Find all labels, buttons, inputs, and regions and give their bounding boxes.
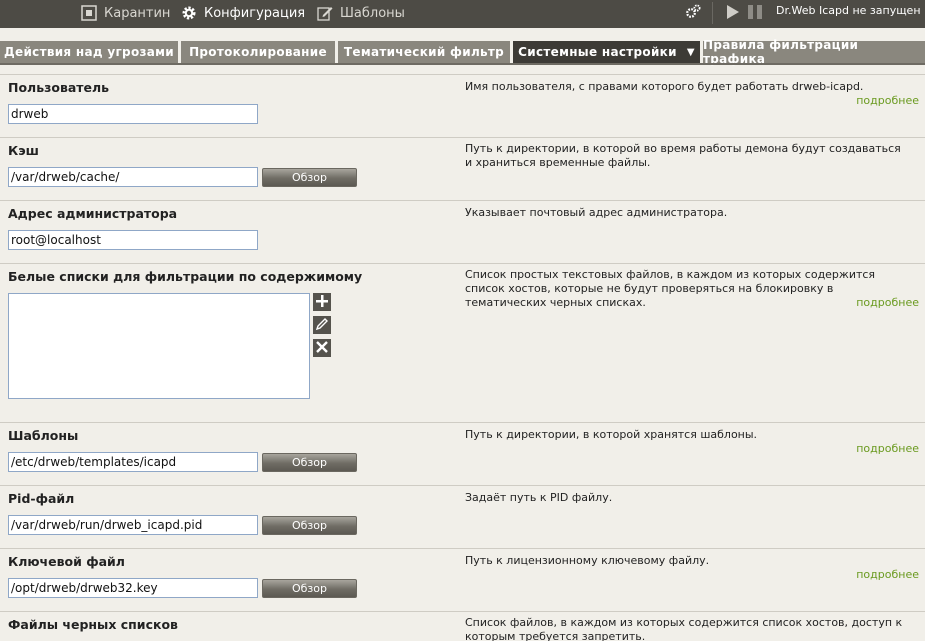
setting-templates: Шаблоны Путь к директории, в которой хра… <box>0 422 925 485</box>
key-browse-button[interactable]: Обзор <box>262 579 357 598</box>
gears-icon <box>684 3 702 24</box>
dropdown-arrow-icon: ▼ <box>686 46 695 58</box>
edit-button[interactable] <box>313 316 331 334</box>
setting-pid-desc: Задаёт путь к PID файлу. <box>465 491 613 504</box>
nav-configuration[interactable]: Конфигурация <box>180 0 305 26</box>
setting-templates-title: Шаблоны <box>8 428 79 443</box>
play-icon <box>726 4 740 23</box>
setting-blacklists-title: Файлы черных списков <box>8 617 178 632</box>
more-link-whitelists[interactable]: подробнее <box>856 296 919 309</box>
tab-system-settings-label: Системные настройки <box>518 45 677 59</box>
quarantine-icon <box>80 4 98 22</box>
close-icon <box>315 340 329 357</box>
pencil-icon <box>315 317 329 334</box>
nav-templates-label: Шаблоны <box>340 5 405 21</box>
setting-blacklists-desc: Список файлов, в каждом из которых содер… <box>465 616 903 641</box>
setting-cache-desc: Путь к директории, в которой во время ра… <box>465 142 901 169</box>
setting-pid-title: Pid-файл <box>8 491 75 506</box>
tab-logging[interactable]: Протоколирование <box>181 41 335 63</box>
setting-user-title: Пользователь <box>8 80 110 95</box>
templates-browse-button[interactable]: Обзор <box>262 453 357 472</box>
tab-thematic-filter-label: Тематический фильтр <box>343 45 505 59</box>
daemon-status: Dr.Web Icapd не запущен <box>776 4 921 17</box>
setting-key-title: Ключевой файл <box>8 554 125 569</box>
setting-cache: Кэш Путь к директории, в которой во врем… <box>0 137 925 200</box>
setting-user-desc: Имя пользователя, с правами которого буд… <box>465 80 864 93</box>
key-input[interactable] <box>8 578 258 598</box>
tab-underline <box>0 63 925 65</box>
tab-threat-actions-label: Действия над угрозами <box>4 45 174 59</box>
more-link-templates[interactable]: подробнее <box>856 442 919 455</box>
setting-admin-desc: Указывает почтовый адрес администратора. <box>465 206 728 219</box>
nav-quarantine[interactable]: Карантин <box>80 0 170 26</box>
setting-pid: Pid-файл Задаёт путь к PID файлу. Обзор <box>0 485 925 548</box>
tab-logging-label: Протоколирование <box>189 45 327 59</box>
add-button[interactable] <box>313 293 331 311</box>
pause-icon <box>747 4 763 23</box>
more-link-user[interactable]: подробнее <box>856 94 919 107</box>
user-input[interactable] <box>8 104 258 124</box>
plus-icon <box>315 294 329 311</box>
tab-system-settings[interactable]: Системные настройки ▼ <box>513 41 700 63</box>
tab-threat-actions[interactable]: Действия над угрозами <box>0 41 178 63</box>
pause-button[interactable] <box>747 0 763 26</box>
play-button[interactable] <box>726 0 740 26</box>
setting-admin: Адрес администратора Указывает почтовый … <box>0 200 925 263</box>
tab-bar: Действия над угрозами Протоколирование Т… <box>0 28 925 67</box>
setting-whitelists-desc: Список простых текстовых файлов, в каждо… <box>465 268 876 309</box>
setting-templates-desc: Путь к директории, в которой хранятся ша… <box>465 428 758 441</box>
setting-cache-title: Кэш <box>8 143 39 158</box>
templates-input[interactable] <box>8 452 258 472</box>
setting-admin-title: Адрес администратора <box>8 206 178 221</box>
cache-browse-button[interactable]: Обзор <box>262 168 357 187</box>
tab-traffic-rules[interactable]: Правила фильтрации трафика <box>703 38 925 66</box>
setting-user: Пользователь Имя пользователя, с правами… <box>0 74 925 137</box>
pencil-icon <box>316 4 334 22</box>
whitelists-listbox[interactable] <box>8 293 310 399</box>
tab-thematic-filter[interactable]: Тематический фильтр <box>338 41 510 63</box>
pid-browse-button[interactable]: Обзор <box>262 516 357 535</box>
setting-key: Ключевой файл Путь к лицензионному ключе… <box>0 548 925 611</box>
admin-email-input[interactable] <box>8 230 258 250</box>
gear-icon <box>180 4 198 22</box>
nav-configuration-label: Конфигурация <box>204 5 306 21</box>
nav-templates[interactable]: Шаблоны <box>316 0 405 26</box>
tab-traffic-rules-label: Правила фильтрации трафика <box>703 38 859 66</box>
nav-quarantine-label: Карантин <box>104 5 171 21</box>
settings-gears-button[interactable] <box>684 0 702 26</box>
setting-whitelists-title: Белые списки для фильтрации по содержимо… <box>8 269 363 284</box>
delete-button[interactable] <box>313 339 331 357</box>
divider <box>712 2 713 24</box>
more-link-key[interactable]: подробнее <box>856 568 919 581</box>
cache-input[interactable] <box>8 167 258 187</box>
setting-key-desc: Путь к лицензионному ключевому файлу. <box>465 554 710 567</box>
setting-blacklists: Файлы черных списков Список файлов, в ка… <box>0 611 925 641</box>
top-bar: Карантин Конфигурация Шаблоны Dr.Web Ica… <box>0 0 925 28</box>
pid-input[interactable] <box>8 515 258 535</box>
